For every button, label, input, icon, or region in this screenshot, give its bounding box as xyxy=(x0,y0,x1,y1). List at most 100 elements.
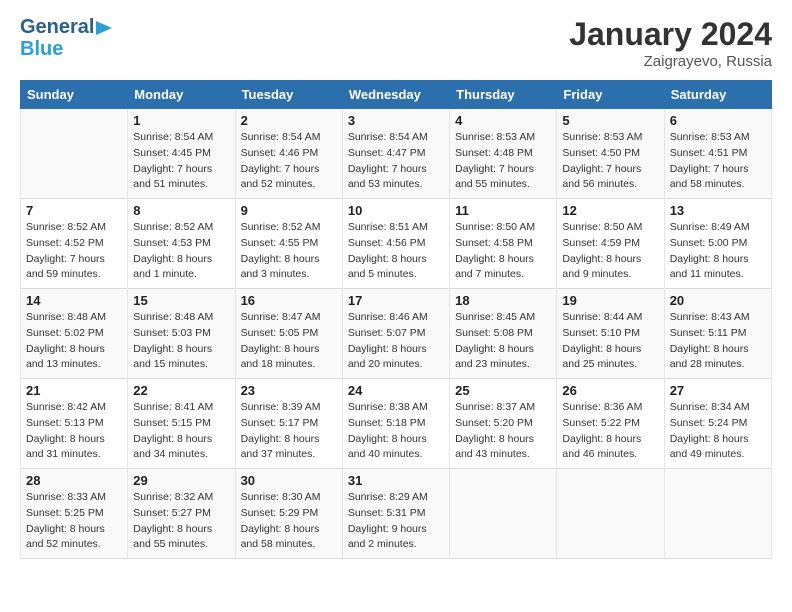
weekday-header-monday: Monday xyxy=(128,81,235,109)
day-number: 5 xyxy=(562,113,658,128)
day-number: 13 xyxy=(670,203,766,218)
calendar-cell: 20Sunrise: 8:43 AMSunset: 5:11 PMDayligh… xyxy=(664,289,771,379)
calendar-cell: 12 Sunrise: 8:50 AMSunset: 4:59 PMDayligh… xyxy=(557,199,664,289)
day-number: 9 xyxy=(241,203,337,218)
calendar-cell: 18 Sunrise: 8:45 AMSunset: 5:08 PMDayligh… xyxy=(450,289,557,379)
weekday-header-friday: Friday xyxy=(557,81,664,109)
logo: General Blue xyxy=(20,16,112,60)
day-number: 4 xyxy=(455,113,551,128)
calendar-cell: 24 Sunrise: 8:38 AMSunset: 5:18 PMDayligh… xyxy=(342,379,449,469)
day-info: Sunrise: 8:52 AMSunset: 4:55 PMDaylight:… xyxy=(241,220,337,283)
day-number: 15 xyxy=(133,293,229,308)
day-info: Sunrise: 8:45 AMSunset: 5:08 PMDaylight:… xyxy=(455,310,551,373)
calendar-cell: 29 Sunrise: 8:32 AMSunset: 5:27 PMDayligh… xyxy=(128,469,235,559)
day-number: 26 xyxy=(562,383,658,398)
day-number: 3 xyxy=(348,113,444,128)
day-number: 12 xyxy=(562,203,658,218)
day-info: Sunrise: 8:50 AMSunset: 4:59 PMDaylight:… xyxy=(562,220,658,283)
calendar-cell: 3Sunrise: 8:54 AMSunset: 4:47 PMDaylight… xyxy=(342,109,449,199)
day-info: Sunrise: 8:53 AMSunset: 4:50 PMDaylight:… xyxy=(562,130,658,193)
calendar-cell xyxy=(450,469,557,559)
logo-arrow-icon xyxy=(96,21,112,35)
logo-blue-text: Blue xyxy=(20,38,112,60)
day-info: Sunrise: 8:37 AMSunset: 5:20 PMDaylight:… xyxy=(455,400,551,463)
calendar-cell xyxy=(664,469,771,559)
day-number: 22 xyxy=(133,383,229,398)
day-info: Sunrise: 8:48 AMSunset: 5:02 PMDaylight:… xyxy=(26,310,122,373)
day-info: Sunrise: 8:52 AMSunset: 4:52 PMDaylight:… xyxy=(26,220,122,283)
weekday-header-row: SundayMondayTuesdayWednesdayThursdayFrid… xyxy=(21,81,772,109)
calendar-cell xyxy=(557,469,664,559)
weekday-header-wednesday: Wednesday xyxy=(342,81,449,109)
logo-general-text: General xyxy=(20,16,94,38)
day-info: Sunrise: 8:32 AMSunset: 5:27 PMDaylight:… xyxy=(133,490,229,553)
calendar-cell: 15 Sunrise: 8:48 AMSunset: 5:03 PMDayligh… xyxy=(128,289,235,379)
calendar-cell: 31 Sunrise: 8:29 AMSunset: 5:31 PMDayligh… xyxy=(342,469,449,559)
calendar-cell: 25Sunrise: 8:37 AMSunset: 5:20 PMDayligh… xyxy=(450,379,557,469)
weekday-header-saturday: Saturday xyxy=(664,81,771,109)
day-number: 17 xyxy=(348,293,444,308)
day-number: 10 xyxy=(348,203,444,218)
calendar-cell: 23Sunrise: 8:39 AMSunset: 5:17 PMDayligh… xyxy=(235,379,342,469)
calendar-cell xyxy=(21,109,128,199)
day-number: 19 xyxy=(562,293,658,308)
day-number: 28 xyxy=(26,473,122,488)
day-info: Sunrise: 8:48 AMSunset: 5:03 PMDaylight:… xyxy=(133,310,229,373)
day-number: 18 xyxy=(455,293,551,308)
calendar-cell: 30Sunrise: 8:30 AMSunset: 5:29 PMDayligh… xyxy=(235,469,342,559)
calendar-cell: 6 Sunrise: 8:53 AMSunset: 4:51 PMDaylight… xyxy=(664,109,771,199)
day-number: 31 xyxy=(348,473,444,488)
day-number: 1 xyxy=(133,113,229,128)
day-info: Sunrise: 8:49 AMSunset: 5:00 PMDaylight:… xyxy=(670,220,766,283)
day-number: 14 xyxy=(26,293,122,308)
day-number: 29 xyxy=(133,473,229,488)
calendar-cell: 2Sunrise: 8:54 AMSunset: 4:46 PMDaylight… xyxy=(235,109,342,199)
day-number: 27 xyxy=(670,383,766,398)
calendar-cell: 19 Sunrise: 8:44 AMSunset: 5:10 PMDayligh… xyxy=(557,289,664,379)
day-info: Sunrise: 8:53 AMSunset: 4:51 PMDaylight:… xyxy=(670,130,766,193)
calendar-cell: 11 Sunrise: 8:50 AMSunset: 4:58 PMDayligh… xyxy=(450,199,557,289)
day-info: Sunrise: 8:50 AMSunset: 4:58 PMDaylight:… xyxy=(455,220,551,283)
day-info: Sunrise: 8:46 AMSunset: 5:07 PMDaylight:… xyxy=(348,310,444,373)
day-number: 30 xyxy=(241,473,337,488)
day-number: 24 xyxy=(348,383,444,398)
calendar-cell: 28 Sunrise: 8:33 AMSunset: 5:25 PMDayligh… xyxy=(21,469,128,559)
day-info: Sunrise: 8:42 AMSunset: 5:13 PMDaylight:… xyxy=(26,400,122,463)
calendar-cell: 16Sunrise: 8:47 AMSunset: 5:05 PMDayligh… xyxy=(235,289,342,379)
day-number: 11 xyxy=(455,203,551,218)
calendar-cell: 9 Sunrise: 8:52 AMSunset: 4:55 PMDaylight… xyxy=(235,199,342,289)
calendar-cell: 21 Sunrise: 8:42 AMSunset: 5:13 PMDayligh… xyxy=(21,379,128,469)
day-number: 16 xyxy=(241,293,337,308)
day-info: Sunrise: 8:39 AMSunset: 5:17 PMDaylight:… xyxy=(241,400,337,463)
weekday-header-thursday: Thursday xyxy=(450,81,557,109)
calendar-cell: 4 Sunrise: 8:53 AMSunset: 4:48 PMDaylight… xyxy=(450,109,557,199)
day-number: 21 xyxy=(26,383,122,398)
day-info: Sunrise: 8:38 AMSunset: 5:18 PMDaylight:… xyxy=(348,400,444,463)
day-info: Sunrise: 8:33 AMSunset: 5:25 PMDaylight:… xyxy=(26,490,122,553)
day-number: 8 xyxy=(133,203,229,218)
calendar-cell: 8 Sunrise: 8:52 AMSunset: 4:53 PMDaylight… xyxy=(128,199,235,289)
calendar-cell: 26Sunrise: 8:36 AMSunset: 5:22 PMDayligh… xyxy=(557,379,664,469)
day-info: Sunrise: 8:54 AMSunset: 4:45 PMDaylight:… xyxy=(133,130,229,193)
day-number: 7 xyxy=(26,203,122,218)
header: General Blue January 2024 Zaigrayevo, Ru… xyxy=(20,16,772,70)
calendar-cell: 13 Sunrise: 8:49 AMSunset: 5:00 PMDayligh… xyxy=(664,199,771,289)
week-row-1: 1 Sunrise: 8:54 AMSunset: 4:45 PMDaylight… xyxy=(21,109,772,199)
calendar-cell: 1 Sunrise: 8:54 AMSunset: 4:45 PMDaylight… xyxy=(128,109,235,199)
location: Zaigrayevo, Russia xyxy=(569,53,772,70)
weekday-header-tuesday: Tuesday xyxy=(235,81,342,109)
weekday-header-sunday: Sunday xyxy=(21,81,128,109)
day-info: Sunrise: 8:44 AMSunset: 5:10 PMDaylight:… xyxy=(562,310,658,373)
day-number: 2 xyxy=(241,113,337,128)
week-row-4: 21 Sunrise: 8:42 AMSunset: 5:13 PMDayligh… xyxy=(21,379,772,469)
calendar-cell: 22 Sunrise: 8:41 AMSunset: 5:15 PMDayligh… xyxy=(128,379,235,469)
day-info: Sunrise: 8:29 AMSunset: 5:31 PMDaylight:… xyxy=(348,490,444,553)
day-number: 6 xyxy=(670,113,766,128)
day-info: Sunrise: 8:52 AMSunset: 4:53 PMDaylight:… xyxy=(133,220,229,283)
day-info: Sunrise: 8:53 AMSunset: 4:48 PMDaylight:… xyxy=(455,130,551,193)
calendar-cell: 14 Sunrise: 8:48 AMSunset: 5:02 PMDayligh… xyxy=(21,289,128,379)
week-row-3: 14 Sunrise: 8:48 AMSunset: 5:02 PMDayligh… xyxy=(21,289,772,379)
day-info: Sunrise: 8:51 AMSunset: 4:56 PMDaylight:… xyxy=(348,220,444,283)
calendar-table: SundayMondayTuesdayWednesdayThursdayFrid… xyxy=(20,80,772,559)
day-info: Sunrise: 8:41 AMSunset: 5:15 PMDaylight:… xyxy=(133,400,229,463)
